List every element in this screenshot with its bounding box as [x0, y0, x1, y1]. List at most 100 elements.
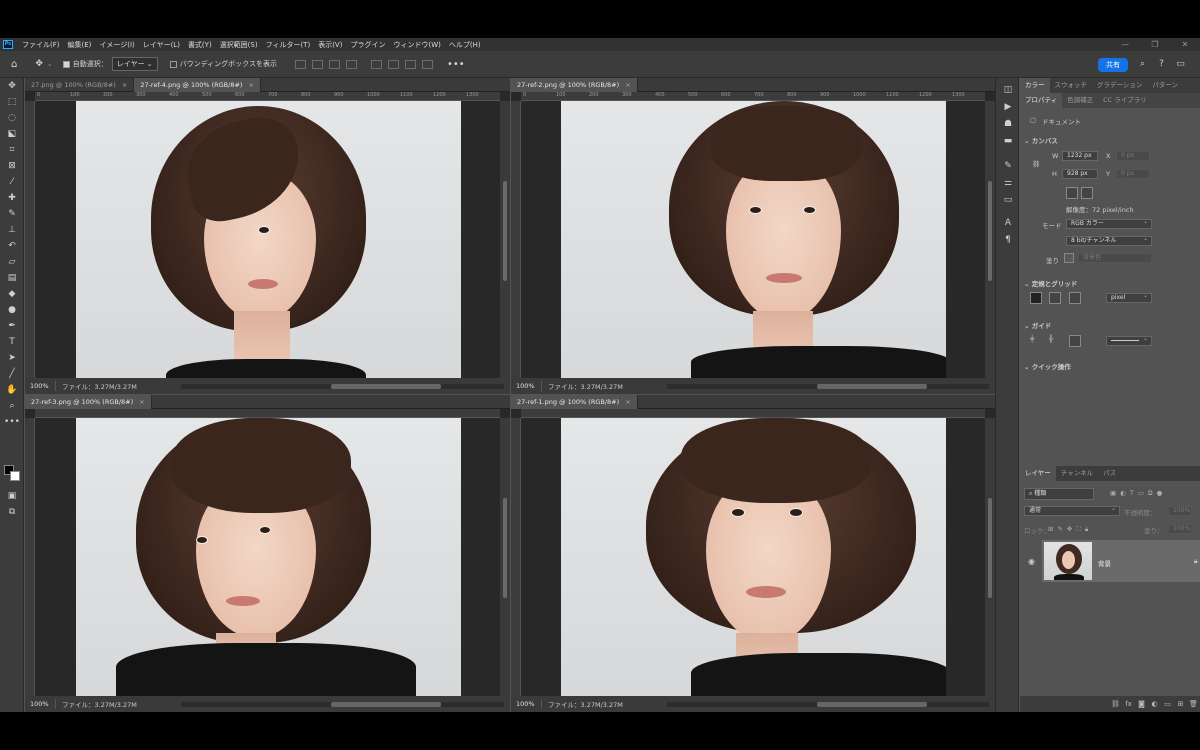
home-icon[interactable]: ⌂ [11, 59, 17, 70]
fill-color-swatch[interactable] [1064, 253, 1074, 263]
screen-mode-icon[interactable]: ⧉ [0, 504, 24, 520]
file-info[interactable]: ファイル：3.27M/3.27M [541, 699, 661, 709]
tab-patterns[interactable]: パターン [1147, 78, 1183, 93]
more-options-icon[interactable]: ••• [447, 59, 465, 70]
canvas-area[interactable] [35, 418, 500, 696]
layer-row-background[interactable]: 背景 🔒︎ [1042, 540, 1200, 582]
menu-select[interactable]: 選択範囲(S) [216, 40, 262, 50]
portrait-photo[interactable] [76, 101, 461, 378]
horizontal-scrollbar[interactable] [667, 701, 989, 707]
document-tab[interactable]: 27.png @ 100% (RGB/8#) × [25, 78, 135, 92]
character-icon[interactable]: A [996, 215, 1020, 232]
menu-type[interactable]: 書式(Y) [184, 40, 216, 50]
guides-icon[interactable]: ╪ [1030, 335, 1042, 347]
portrait-photo[interactable] [561, 101, 946, 378]
healing-brush-tool-icon[interactable]: ✚ [0, 190, 24, 206]
tab-adjustments[interactable]: 色調補正 [1062, 93, 1098, 108]
landscape-orientation-icon[interactable] [1081, 187, 1093, 199]
align-left-icon[interactable] [294, 59, 306, 69]
portrait-photo[interactable] [561, 418, 946, 696]
document-tab-active[interactable]: 27-ref-2.png @ 100% (RGB/8#) × [511, 78, 638, 92]
new-layer-icon[interactable]: ⊞ [1174, 700, 1187, 708]
workspace-icon[interactable]: ▭ [1174, 58, 1187, 71]
portrait-orientation-icon[interactable] [1066, 187, 1078, 199]
move-tool-icon[interactable]: ✥ [0, 78, 24, 94]
history-icon[interactable]: ◫ [996, 82, 1020, 99]
rulers-grids-section-title[interactable]: ⌄ 定規とグリッド [1024, 278, 1077, 288]
tab-properties[interactable]: プロパティ [1020, 93, 1063, 108]
link-layers-icon[interactable]: ⛓ [1109, 700, 1122, 708]
menu-plugins[interactable]: プラグイン [346, 40, 389, 50]
bit-depth-dropdown[interactable]: 8 bit/チャンネル [1066, 235, 1152, 246]
dodge-tool-icon[interactable]: ● [0, 302, 24, 318]
zoom-level[interactable]: 100% [25, 700, 55, 708]
hand-tool-icon[interactable]: ✋ [0, 382, 24, 398]
menu-layer[interactable]: レイヤー(L) [139, 40, 184, 50]
frame-tool-icon[interactable]: ⊠ [0, 158, 24, 174]
new-group-icon[interactable]: ▭ [1161, 700, 1174, 708]
vertical-scrollbar[interactable] [500, 101, 510, 378]
tab-paths[interactable]: パス [1098, 466, 1121, 481]
layer-filter-search[interactable]: ⌕ 種類 [1024, 488, 1094, 500]
document-tab-active[interactable]: 27-ref-1.png @ 100% (RGB/8#) × [511, 395, 638, 409]
blur-tool-icon[interactable]: ◆ [0, 286, 24, 302]
quick-mask-icon[interactable]: ▣ [0, 488, 24, 504]
close-tab-icon[interactable]: × [248, 81, 253, 89]
background-color-swatch[interactable] [10, 471, 20, 481]
align-center-icon[interactable] [311, 59, 323, 69]
pen-tool-icon[interactable]: ✒ [0, 318, 24, 334]
canvas-area[interactable] [35, 101, 500, 378]
comments-icon[interactable]: ▬ [996, 133, 1020, 150]
lasso-tool-icon[interactable]: ◌ [0, 110, 24, 126]
file-info[interactable]: ファイル：3.27M/3.27M [55, 699, 175, 709]
learn-icon[interactable]: ☗ [996, 116, 1020, 133]
tab-channels[interactable]: チャンネル [1056, 466, 1098, 481]
eraser-tool-icon[interactable]: ▱ [0, 254, 24, 270]
menu-window[interactable]: ウィンドウ(W) [389, 40, 444, 50]
align-right-icon[interactable] [328, 59, 340, 69]
menu-filter[interactable]: フィルター(T) [262, 40, 315, 50]
menu-help[interactable]: ヘルプ(H) [445, 40, 485, 50]
delete-layer-icon[interactable]: 🗑︎ [1187, 700, 1200, 708]
fx-icon[interactable]: fx [1122, 700, 1135, 708]
zoom-level[interactable]: 100% [511, 382, 541, 390]
canvas-section-title[interactable]: ⌄ カンバス [1024, 135, 1058, 145]
canvas-area[interactable] [521, 101, 985, 378]
quick-actions-section-title[interactable]: ⌄ クイック操作 [1024, 361, 1071, 371]
color-mode-dropdown[interactable]: RGB カラー [1066, 218, 1152, 229]
zoom-level[interactable]: 100% [25, 382, 55, 390]
line-tool-icon[interactable]: ╱ [0, 366, 24, 382]
canvas-area[interactable] [521, 418, 985, 696]
horizontal-scrollbar[interactable] [667, 383, 989, 389]
actions-play-icon[interactable]: ▶ [996, 99, 1020, 116]
rulers-icon[interactable] [1030, 292, 1042, 304]
properties-icon[interactable]: ▭ [996, 192, 1020, 209]
tab-layers[interactable]: レイヤー [1020, 466, 1056, 481]
stamp-tool-icon[interactable]: ⊥ [0, 222, 24, 238]
close-tab-icon[interactable]: × [625, 398, 630, 406]
visibility-eye-icon[interactable]: ◉ [1028, 557, 1035, 566]
help-icon[interactable]: ? [1155, 58, 1168, 71]
horizontal-scrollbar[interactable] [181, 701, 504, 707]
crop-tool-icon[interactable]: ⌗ [0, 142, 24, 158]
tab-gradients[interactable]: グラデーション [1092, 78, 1147, 93]
menu-image[interactable]: イメージ(I) [95, 40, 138, 50]
history-brush-tool-icon[interactable]: ↶ [0, 238, 24, 254]
auto-select-checkbox[interactable]: 自動選択： [62, 59, 108, 69]
lock-icons[interactable]: ⊞✎✥⛶🔒︎ [1048, 525, 1092, 534]
close-icon[interactable]: ✕ [1170, 38, 1200, 51]
guide-style-dropdown[interactable] [1106, 335, 1152, 346]
blend-mode-dropdown[interactable]: 通常 [1024, 505, 1120, 516]
fill-opacity-field[interactable]: 100% [1168, 524, 1192, 534]
type-tool-icon[interactable]: T [0, 334, 24, 350]
maximize-icon[interactable]: ❐ [1140, 38, 1170, 51]
vertical-scrollbar[interactable] [500, 418, 510, 696]
menu-view[interactable]: 表示(V) [314, 40, 346, 50]
move-tool-icon[interactable]: ✥ [35, 59, 43, 69]
x-field[interactable]: 0 px [1116, 151, 1150, 161]
eyedropper-tool-icon[interactable]: ⁄ [0, 174, 24, 190]
height-field[interactable]: 928 px [1062, 169, 1098, 179]
align-bottom-icon[interactable] [404, 59, 416, 69]
brush-tool-icon[interactable]: ✎ [0, 206, 24, 222]
vertical-scrollbar[interactable] [985, 101, 995, 378]
